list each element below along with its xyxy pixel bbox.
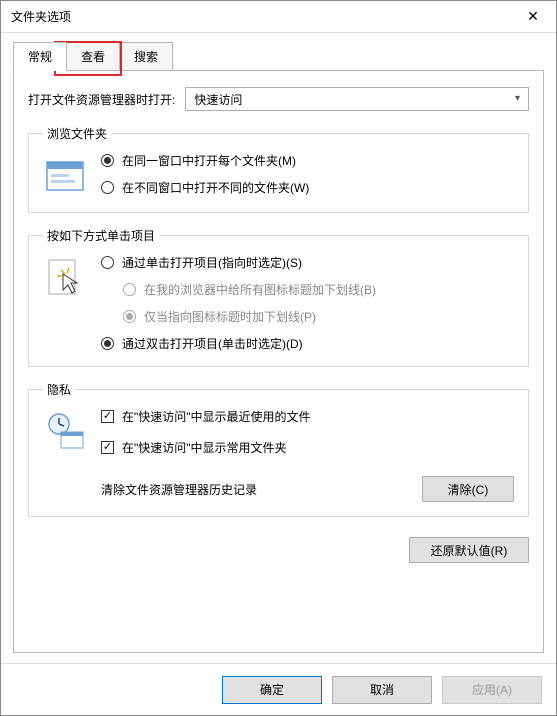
check-show-frequent[interactable]: 在"快速访问"中显示常用文件夹 [101, 439, 514, 456]
click-items-legend: 按如下方式单击项目 [43, 227, 159, 244]
clear-button[interactable]: 清除(C) [422, 476, 514, 502]
close-icon: ✕ [527, 8, 539, 25]
open-explorer-value: 快速访问 [194, 91, 242, 108]
dialog-body: 常规 查看 搜索 打开文件资源管理器时打开: 快速访问 ▾ 浏览文件夹 [1, 33, 556, 663]
radio-double-click[interactable]: 通过双击打开项目(单击时选定)(D) [101, 335, 514, 352]
clear-button-label: 清除(C) [448, 481, 489, 498]
radio-icon [101, 256, 114, 269]
radio-underline-point: 仅当指向图标标题时加下划线(P) [123, 308, 514, 325]
radio-new-window[interactable]: 在不同窗口中打开不同的文件夹(W) [101, 179, 514, 196]
clear-history-row: 清除文件资源管理器历史记录 清除(C) [101, 476, 514, 502]
apply-button-label: 应用(A) [472, 681, 512, 698]
radio-double-click-label: 通过双击打开项目(单击时选定)(D) [122, 335, 303, 352]
restore-defaults-button[interactable]: 还原默认值(R) [409, 537, 529, 563]
open-explorer-select[interactable]: 快速访问 ▾ [185, 87, 529, 111]
tab-panel-general: 打开文件资源管理器时打开: 快速访问 ▾ 浏览文件夹 [13, 70, 544, 653]
tab-search-label: 搜索 [134, 50, 158, 64]
browse-folders-legend: 浏览文件夹 [43, 125, 111, 142]
ok-button[interactable]: 确定 [222, 676, 322, 704]
restore-defaults-label: 还原默认值(R) [431, 542, 508, 559]
folder-options-dialog: 文件夹选项 ✕ 常规 查看 搜索 打开文件资源管理器时打开: 快速访问 ▾ 浏览… [0, 0, 557, 716]
radio-underline-browser-label: 在我的浏览器中给所有图标标题加下划线(B) [144, 281, 376, 298]
click-items-group: 按如下方式单击项目 通过单击打 [28, 227, 529, 367]
privacy-legend: 隐私 [43, 381, 75, 398]
dialog-footer: 确定 取消 应用(A) [1, 663, 556, 715]
titlebar: 文件夹选项 ✕ [1, 1, 556, 33]
tab-search[interactable]: 搜索 [119, 42, 173, 71]
radio-single-click-label: 通过单击打开项目(指向时选定)(S) [122, 254, 302, 271]
window-title: 文件夹选项 [11, 8, 71, 25]
restore-row: 还原默认值(R) [28, 537, 529, 563]
apply-button: 应用(A) [442, 676, 542, 704]
browse-folders-group: 浏览文件夹 在同一窗口中打开每个文件夹(M) [28, 125, 529, 213]
privacy-group: 隐私 在"快速访问"中显示最近 [28, 381, 529, 517]
ok-button-label: 确定 [260, 681, 284, 698]
open-explorer-label: 打开文件资源管理器时打开: [28, 91, 175, 108]
radio-icon [101, 337, 114, 350]
tab-view-label: 查看 [81, 50, 105, 64]
tab-view[interactable]: 查看 [66, 42, 120, 71]
radio-icon [101, 181, 114, 194]
radio-underline-browser: 在我的浏览器中给所有图标标题加下划线(B) [123, 281, 514, 298]
radio-new-window-label: 在不同窗口中打开不同的文件夹(W) [122, 179, 309, 196]
tab-general[interactable]: 常规 [13, 42, 67, 71]
clear-history-label: 清除文件资源管理器历史记录 [101, 481, 257, 498]
cancel-button-label: 取消 [370, 681, 394, 698]
checkbox-icon [101, 410, 114, 423]
radio-same-window[interactable]: 在同一窗口中打开每个文件夹(M) [101, 152, 514, 169]
radio-icon [123, 310, 136, 323]
close-button[interactable]: ✕ [510, 1, 556, 33]
browse-folders-icon [43, 154, 87, 198]
checkbox-icon [101, 441, 114, 454]
cancel-button[interactable]: 取消 [332, 676, 432, 704]
radio-icon [123, 283, 136, 296]
check-show-recent-label: 在"快速访问"中显示最近使用的文件 [122, 408, 311, 425]
check-show-recent[interactable]: 在"快速访问"中显示最近使用的文件 [101, 408, 514, 425]
tab-general-label: 常规 [28, 50, 52, 64]
check-show-frequent-label: 在"快速访问"中显示常用文件夹 [122, 439, 287, 456]
radio-icon [101, 154, 114, 167]
tab-strip: 常规 查看 搜索 [13, 42, 544, 71]
spacer [28, 577, 529, 638]
privacy-icon [43, 410, 87, 454]
click-items-icon [43, 256, 87, 300]
radio-underline-point-label: 仅当指向图标标题时加下划线(P) [144, 308, 316, 325]
chevron-down-icon: ▾ [515, 93, 520, 104]
open-explorer-row: 打开文件资源管理器时打开: 快速访问 ▾ [28, 87, 529, 111]
radio-same-window-label: 在同一窗口中打开每个文件夹(M) [122, 152, 296, 169]
radio-single-click[interactable]: 通过单击打开项目(指向时选定)(S) [101, 254, 514, 271]
